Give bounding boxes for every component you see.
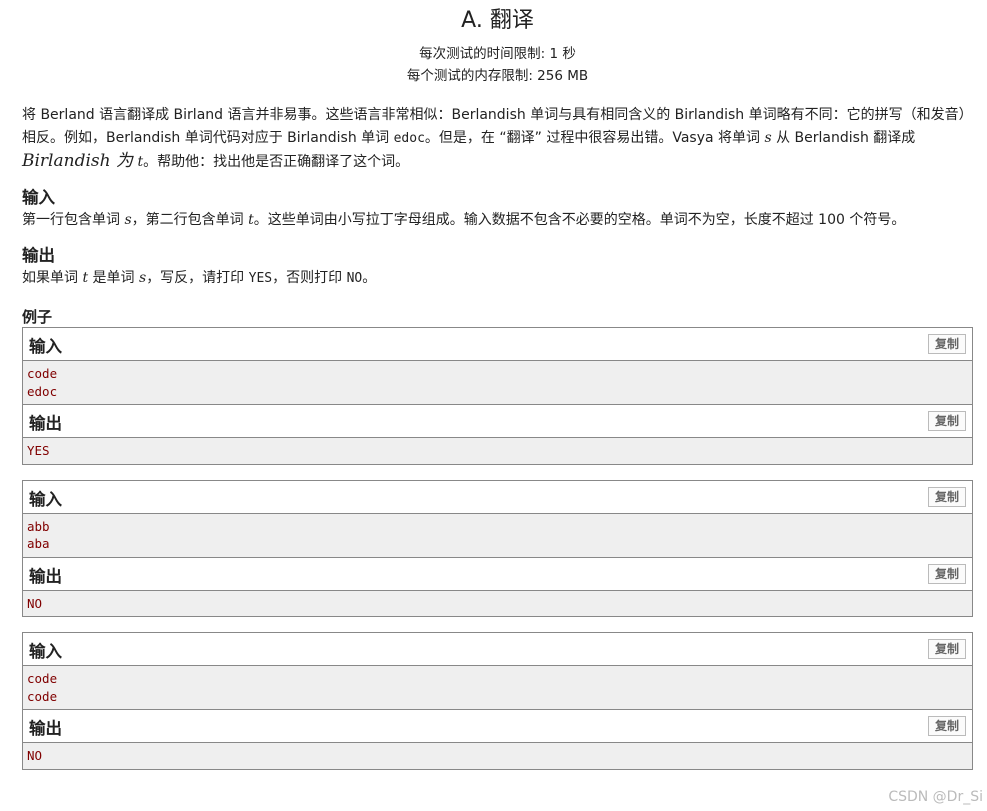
legend-text: 将 Berland 语言翻译成 Birland 语言并非易事。这些语言非常相似：… <box>22 104 973 174</box>
sample-input-header: 输入 复制 <box>23 480 972 514</box>
input-spec-part: ，第二行包含单词 <box>131 212 249 228</box>
examples-heading: 例子 <box>22 308 53 326</box>
input-heading: 输入 <box>22 188 55 207</box>
copy-input-button[interactable]: 复制 <box>928 334 966 354</box>
sample-output-header: 输出 复制 <box>23 709 972 743</box>
memory-limit: 每个测试的内存限制: 256 MB <box>406 68 589 84</box>
watermark: CSDN @Dr_Si <box>888 789 983 805</box>
copy-input-button[interactable]: 复制 <box>928 639 966 659</box>
input-spec: 第一行包含单词 s，第二行包含单词 t。这些单词由小写拉丁字母组成。输入数据不包… <box>22 209 973 232</box>
legend-birlandish: Birlandish 为 <box>22 151 133 171</box>
sample-test: 输入 复制 code edoc 输出 复制 YES <box>22 327 973 465</box>
limits: 每次测试的时间限制: 1 秒 每个测试的内存限制: 256 MB <box>22 43 973 87</box>
sample-test: 输入 复制 code code 输出 复制 NO <box>22 632 973 770</box>
output-spec-part: 如果单词 <box>22 270 83 286</box>
input-label: 输入 <box>29 642 62 661</box>
sample-tests: 输入 复制 code edoc 输出 复制 YES 输入 复制 abb aba … <box>22 327 973 770</box>
sample-line: code <box>27 671 58 686</box>
var-s: s <box>124 212 132 228</box>
input-label: 输入 <box>29 337 62 356</box>
time-limit: 每次测试的时间限制: 1 秒 <box>419 46 576 62</box>
sample-output: YES <box>23 438 972 464</box>
problem-title: A. 翻译 <box>461 8 534 33</box>
output-spec-part: 是单词 <box>88 270 139 286</box>
input-spec-part: 。这些单词由小写拉丁字母组成。输入数据不包含不必要的空格。单词不为空，长度不超过… <box>253 212 906 228</box>
no-literal: NO <box>346 271 363 286</box>
copy-input-button[interactable]: 复制 <box>928 486 966 507</box>
output-spec-part: ，否则打印 <box>272 270 347 286</box>
sample-line: NO <box>27 748 43 763</box>
problem-statement: A. 翻译 每次测试的时间限制: 1 秒 每个测试的内存限制: 256 MB 将… <box>22 0 973 770</box>
output-spec-part: 。 <box>362 270 377 286</box>
output-heading: 输出 <box>22 246 55 265</box>
input-label: 输入 <box>29 489 62 509</box>
legend-part: 。但是，在 “翻译” 过程中很容易出错。Vasya 将单词 <box>424 130 765 146</box>
output-label: 输出 <box>29 719 62 738</box>
yes-literal: YES <box>248 271 273 286</box>
output-label: 输出 <box>29 566 62 586</box>
sample-line: YES <box>27 443 50 458</box>
sample-line: aba <box>27 536 50 551</box>
sample-input: code edoc <box>23 361 972 404</box>
sample-output: NO <box>23 743 972 769</box>
legend-code: edoc <box>393 131 425 146</box>
sample-line: edoc <box>27 383 58 399</box>
var-s: s <box>764 130 772 146</box>
sample-input: code code <box>23 666 972 709</box>
sample-output-header: 输出 复制 <box>23 404 972 438</box>
copy-output-button[interactable]: 复制 <box>928 411 966 431</box>
sample-line: NO <box>27 595 43 611</box>
sample-output: NO <box>23 590 972 616</box>
sample-output-header: 输出 复制 <box>23 556 972 591</box>
sample-test: 输入 复制 abb aba 输出 复制 NO <box>22 479 973 617</box>
sample-input: abb aba <box>23 513 972 557</box>
sample-line: abb <box>27 518 50 534</box>
sample-line: code <box>27 688 58 704</box>
output-spec-part: ，写反，请打印 <box>146 270 249 286</box>
sample-input-header: 输入 复制 <box>23 328 972 361</box>
input-spec-part: 第一行包含单词 <box>22 212 125 228</box>
legend-part: 。帮助他：找出他是否正确翻译了这个词。 <box>143 154 410 170</box>
copy-output-button[interactable]: 复制 <box>928 716 966 736</box>
output-label: 输出 <box>29 414 62 433</box>
output-spec: 如果单词 t 是单词 s，写反，请打印 YES，否则打印 NO。 <box>22 267 973 290</box>
sample-line: code <box>27 366 58 381</box>
copy-output-button[interactable]: 复制 <box>928 563 966 584</box>
legend-part: 从 Berlandish 翻译成 <box>771 130 916 146</box>
sample-input-header: 输入 复制 <box>23 633 972 666</box>
